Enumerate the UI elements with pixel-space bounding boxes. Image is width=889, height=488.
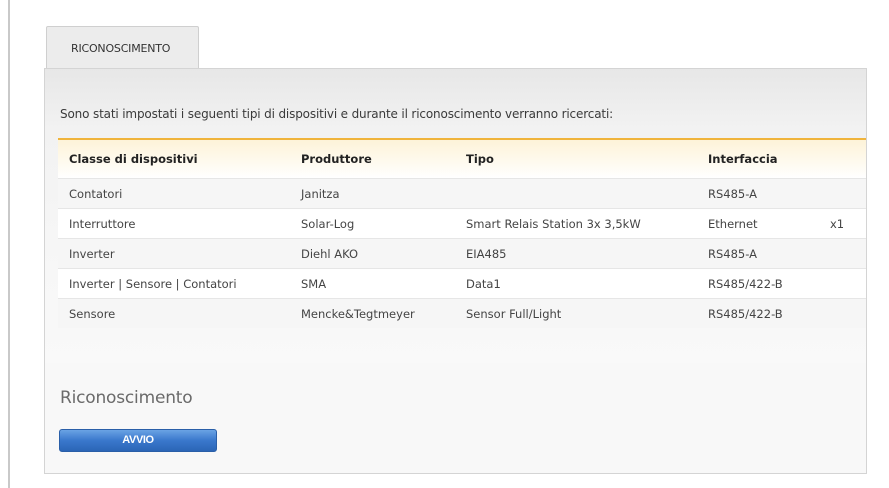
cell-type: Data1: [466, 268, 708, 299]
cell-device-class: Inverter | Sensore | Contatori: [58, 268, 301, 299]
cell-interface: RS485/422-B: [708, 298, 830, 328]
cell-interface: RS485/422-B: [708, 268, 830, 299]
table-row: Inverter Diehl AKO EIA485 RS485-A: [58, 238, 866, 269]
cell-manufacturer: SMA: [301, 268, 466, 299]
recognition-panel: [44, 363, 867, 474]
cell-type: Sensor Full/Light: [466, 298, 708, 328]
cell-count: [830, 298, 866, 328]
cell-manufacturer: Diehl AKO: [301, 238, 466, 269]
cell-manufacturer: Janitza: [301, 178, 466, 209]
section-title: Riconoscimento: [60, 388, 193, 408]
intro-text: Sono stati impostati i seguenti tipi di …: [60, 107, 614, 121]
cell-device-class: Inverter: [58, 238, 301, 269]
header-type: Tipo: [466, 138, 708, 179]
cell-type: [466, 178, 708, 209]
tab-riconoscimento[interactable]: RICONOSCIMENTO: [46, 26, 199, 69]
table-row: Sensore Mencke&Tegtmeyer Sensor Full/Lig…: [58, 298, 866, 328]
cell-count: [830, 238, 866, 269]
cell-interface: RS485-A: [708, 178, 830, 209]
cell-manufacturer: Solar-Log: [301, 208, 466, 239]
cell-device-class: Sensore: [58, 298, 301, 328]
left-border: [8, 0, 10, 488]
start-button[interactable]: AVVIO: [59, 429, 217, 452]
cell-type: Smart Relais Station 3x 3,5kW: [466, 208, 708, 239]
cell-device-class: Contatori: [58, 178, 301, 209]
cell-count: x1: [830, 208, 866, 239]
header-device-class: Classe di dispositivi: [58, 138, 301, 179]
header-interface: Interfaccia: [708, 138, 830, 179]
table-header-row: Classe di dispositivi Produttore Tipo In…: [58, 138, 866, 179]
cell-device-class: Interruttore: [58, 208, 301, 239]
cell-count: [830, 178, 866, 209]
cell-manufacturer: Mencke&Tegtmeyer: [301, 298, 466, 328]
header-count: [830, 138, 866, 179]
table-row: Interruttore Solar-Log Smart Relais Stat…: [58, 208, 866, 239]
cell-interface: Ethernet: [708, 208, 830, 239]
table-row: Inverter | Sensore | Contatori SMA Data1…: [58, 268, 866, 299]
cell-interface: RS485-A: [708, 238, 830, 269]
cell-count: [830, 268, 866, 299]
cell-type: EIA485: [466, 238, 708, 269]
header-manufacturer: Produttore: [301, 138, 466, 179]
table-row: Contatori Janitza RS485-A: [58, 178, 866, 209]
device-table: Classe di dispositivi Produttore Tipo In…: [58, 138, 866, 328]
